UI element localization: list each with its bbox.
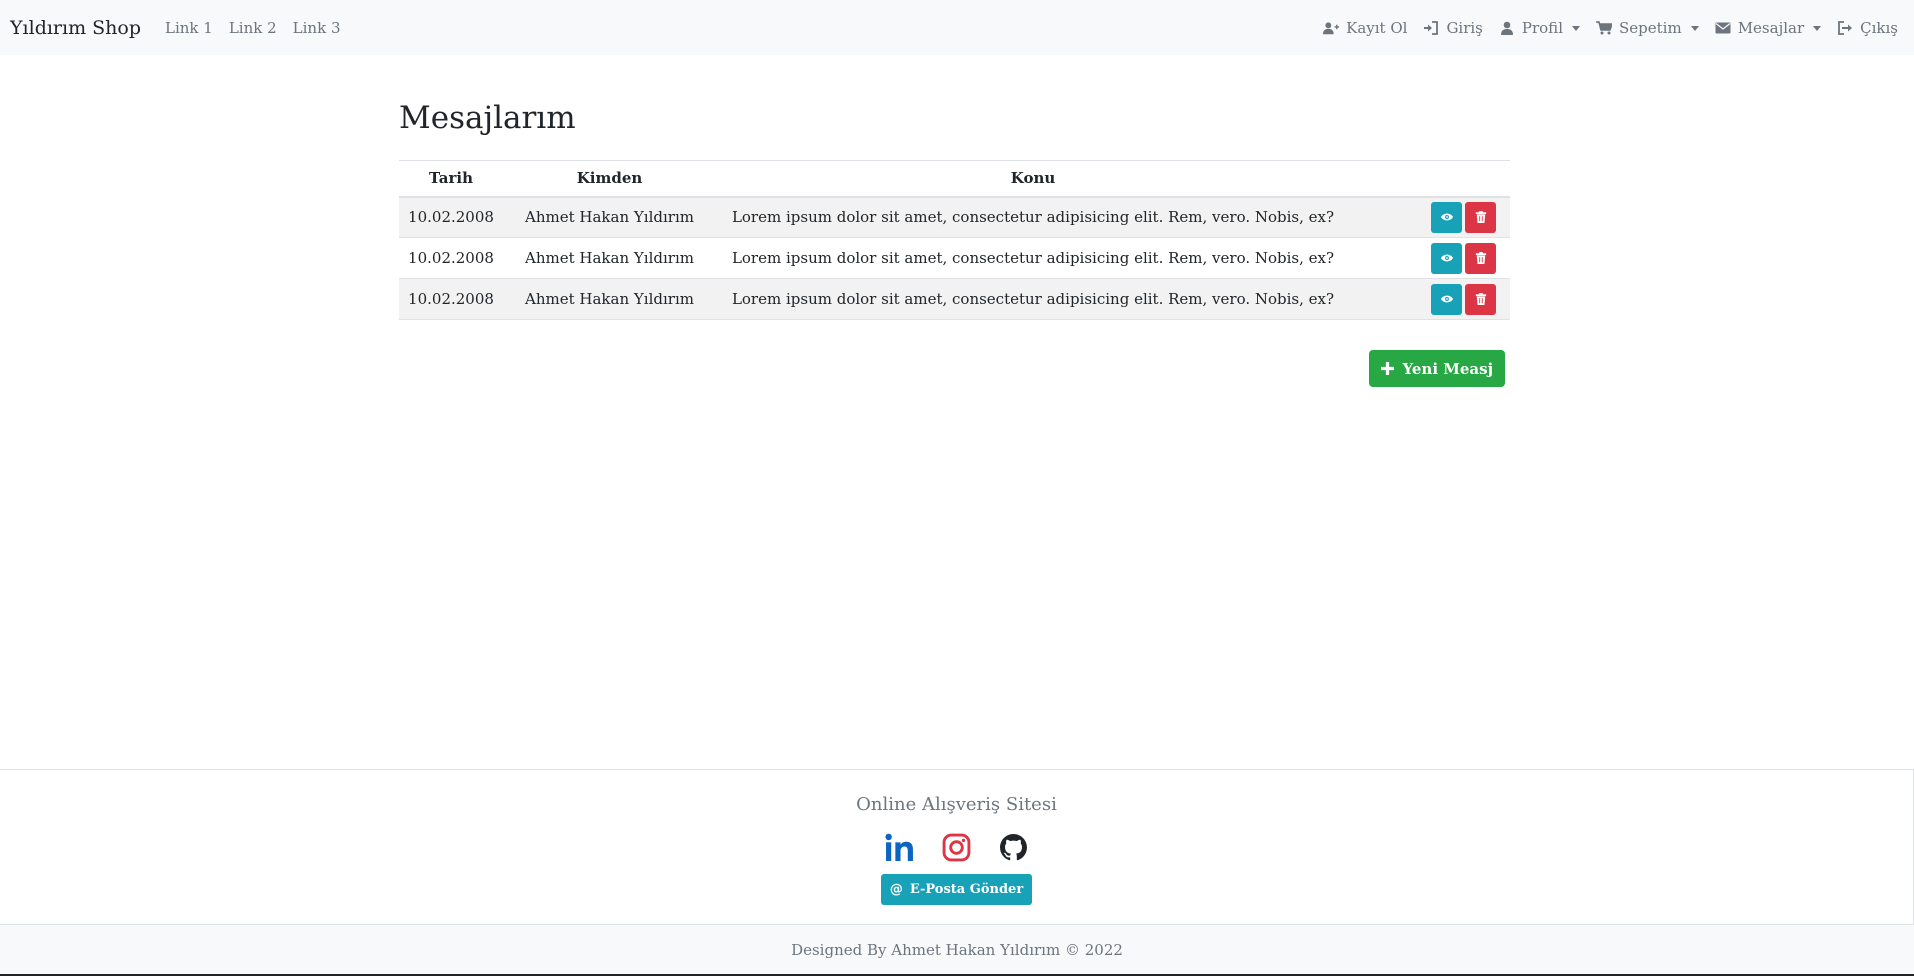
nav-link-3[interactable]: Link 3 — [293, 19, 341, 37]
header-actions — [1350, 160, 1510, 198]
row-from: Ahmet Hakan Yıldırım — [503, 196, 716, 238]
email-button[interactable]: @ E-Posta Gönder — [880, 874, 1033, 905]
row-date: 10.02.2008 — [399, 237, 503, 279]
view-button[interactable] — [1431, 242, 1462, 274]
new-message-label: Yeni Measj — [1402, 359, 1493, 378]
copyright-text: Designed By Ahmet Hakan Yıldırım © 2022 — [791, 940, 1123, 959]
view-button[interactable] — [1431, 283, 1462, 315]
github-icon[interactable] — [999, 833, 1028, 862]
footer-title: Online Alışveriş Sitesi — [856, 794, 1057, 815]
linkedin-icon[interactable] — [885, 833, 914, 862]
table-row: 10.02.2008 Ahmet Hakan Yıldırım Lorem ip… — [399, 278, 1510, 320]
delete-button[interactable] — [1465, 242, 1496, 274]
row-from: Ahmet Hakan Yıldırım — [503, 278, 716, 320]
cart-label: Sepetim — [1619, 18, 1682, 37]
eye-icon — [1440, 295, 1453, 303]
profile-dropdown[interactable]: Profil — [1499, 19, 1580, 37]
eye-icon — [1440, 213, 1453, 221]
profile-label: Profil — [1521, 18, 1563, 37]
envelope-icon — [1715, 21, 1731, 35]
instagram-icon[interactable] — [942, 833, 971, 862]
email-button-label: E-Posta Gönder — [909, 882, 1024, 897]
copyright-bar: Designed By Ahmet Hakan Yıldırım © 2022 — [0, 924, 1914, 974]
chevron-down-icon — [1690, 25, 1699, 31]
row-subject: Lorem ipsum dolor sit amet, consectetur … — [716, 196, 1350, 238]
messages-label: Mesajlar — [1737, 18, 1805, 37]
header-from: Kimden — [503, 160, 716, 198]
view-button[interactable] — [1431, 201, 1462, 233]
sign-out-icon — [1837, 20, 1853, 35]
navbar: Yıldırım Shop Link 1 Link 2 Link 3 Kayıt… — [0, 0, 1914, 55]
register-label: Kayıt Ol — [1346, 18, 1408, 37]
row-actions — [1350, 237, 1510, 279]
sign-in-icon — [1423, 20, 1439, 35]
row-date: 10.02.2008 — [399, 196, 503, 238]
footer: Online Alışveriş Sitesi @ E-Posta Gönder — [0, 769, 1914, 924]
brand-logo[interactable]: Yıldırım Shop — [10, 17, 141, 39]
header-date: Tarih — [399, 160, 503, 198]
social-links — [885, 833, 1028, 862]
table-row: 10.02.2008 Ahmet Hakan Yıldırım Lorem ip… — [399, 196, 1510, 238]
eye-icon — [1440, 254, 1453, 262]
trash-icon — [1475, 293, 1486, 305]
plus-icon — [1381, 362, 1395, 375]
login-link[interactable]: Giriş — [1423, 18, 1483, 37]
user-plus-icon — [1323, 21, 1340, 35]
row-subject: Lorem ipsum dolor sit amet, consectetur … — [716, 278, 1350, 320]
logout-label: Çıkış — [1860, 18, 1898, 37]
chevron-down-icon — [1572, 25, 1580, 31]
row-from: Ahmet Hakan Yıldırım — [503, 237, 716, 279]
cart-dropdown[interactable]: Sepetim — [1596, 19, 1699, 37]
login-label: Giriş — [1446, 18, 1483, 37]
at-icon: @ — [889, 882, 903, 897]
chevron-down-icon — [1813, 25, 1822, 31]
new-message-wrapper: Yeni Measj — [399, 350, 1510, 387]
row-date: 10.02.2008 — [399, 278, 503, 320]
row-subject: Lorem ipsum dolor sit amet, consectetur … — [716, 237, 1350, 279]
row-actions — [1350, 196, 1510, 238]
new-message-button[interactable]: Yeni Measj — [1369, 350, 1505, 387]
header-subject: Konu — [716, 160, 1350, 198]
messages-dropdown[interactable]: Mesajlar — [1715, 18, 1822, 37]
register-link[interactable]: Kayıt Ol — [1323, 19, 1407, 37]
trash-icon — [1475, 252, 1486, 264]
delete-button[interactable] — [1465, 283, 1496, 315]
table-row: 10.02.2008 Ahmet Hakan Yıldırım Lorem ip… — [399, 237, 1510, 279]
messages-table: Tarih Kimden Konu 10.02.2008 Ahmet Hakan… — [399, 160, 1510, 320]
table-header: Tarih Kimden Konu — [399, 160, 1510, 198]
nav-link-2[interactable]: Link 2 — [229, 19, 277, 37]
nav-right-links: Kayıt Ol Giriş Profil Sepetim Mesajlar Ç… — [1323, 19, 1904, 37]
page-title: Mesajlarım — [399, 100, 576, 136]
user-icon — [1499, 21, 1515, 35]
row-actions — [1350, 278, 1510, 320]
nav-link-1[interactable]: Link 1 — [165, 19, 213, 37]
delete-button[interactable] — [1465, 201, 1496, 233]
shopping-cart-icon — [1596, 20, 1612, 35]
nav-left-links: Link 1 Link 2 Link 3 — [165, 19, 340, 37]
main-content: Mesajlarım Tarih Kimden Konu 10.02.2008 … — [399, 100, 1510, 387]
trash-icon — [1475, 211, 1486, 224]
logout-link[interactable]: Çıkış — [1837, 19, 1898, 37]
